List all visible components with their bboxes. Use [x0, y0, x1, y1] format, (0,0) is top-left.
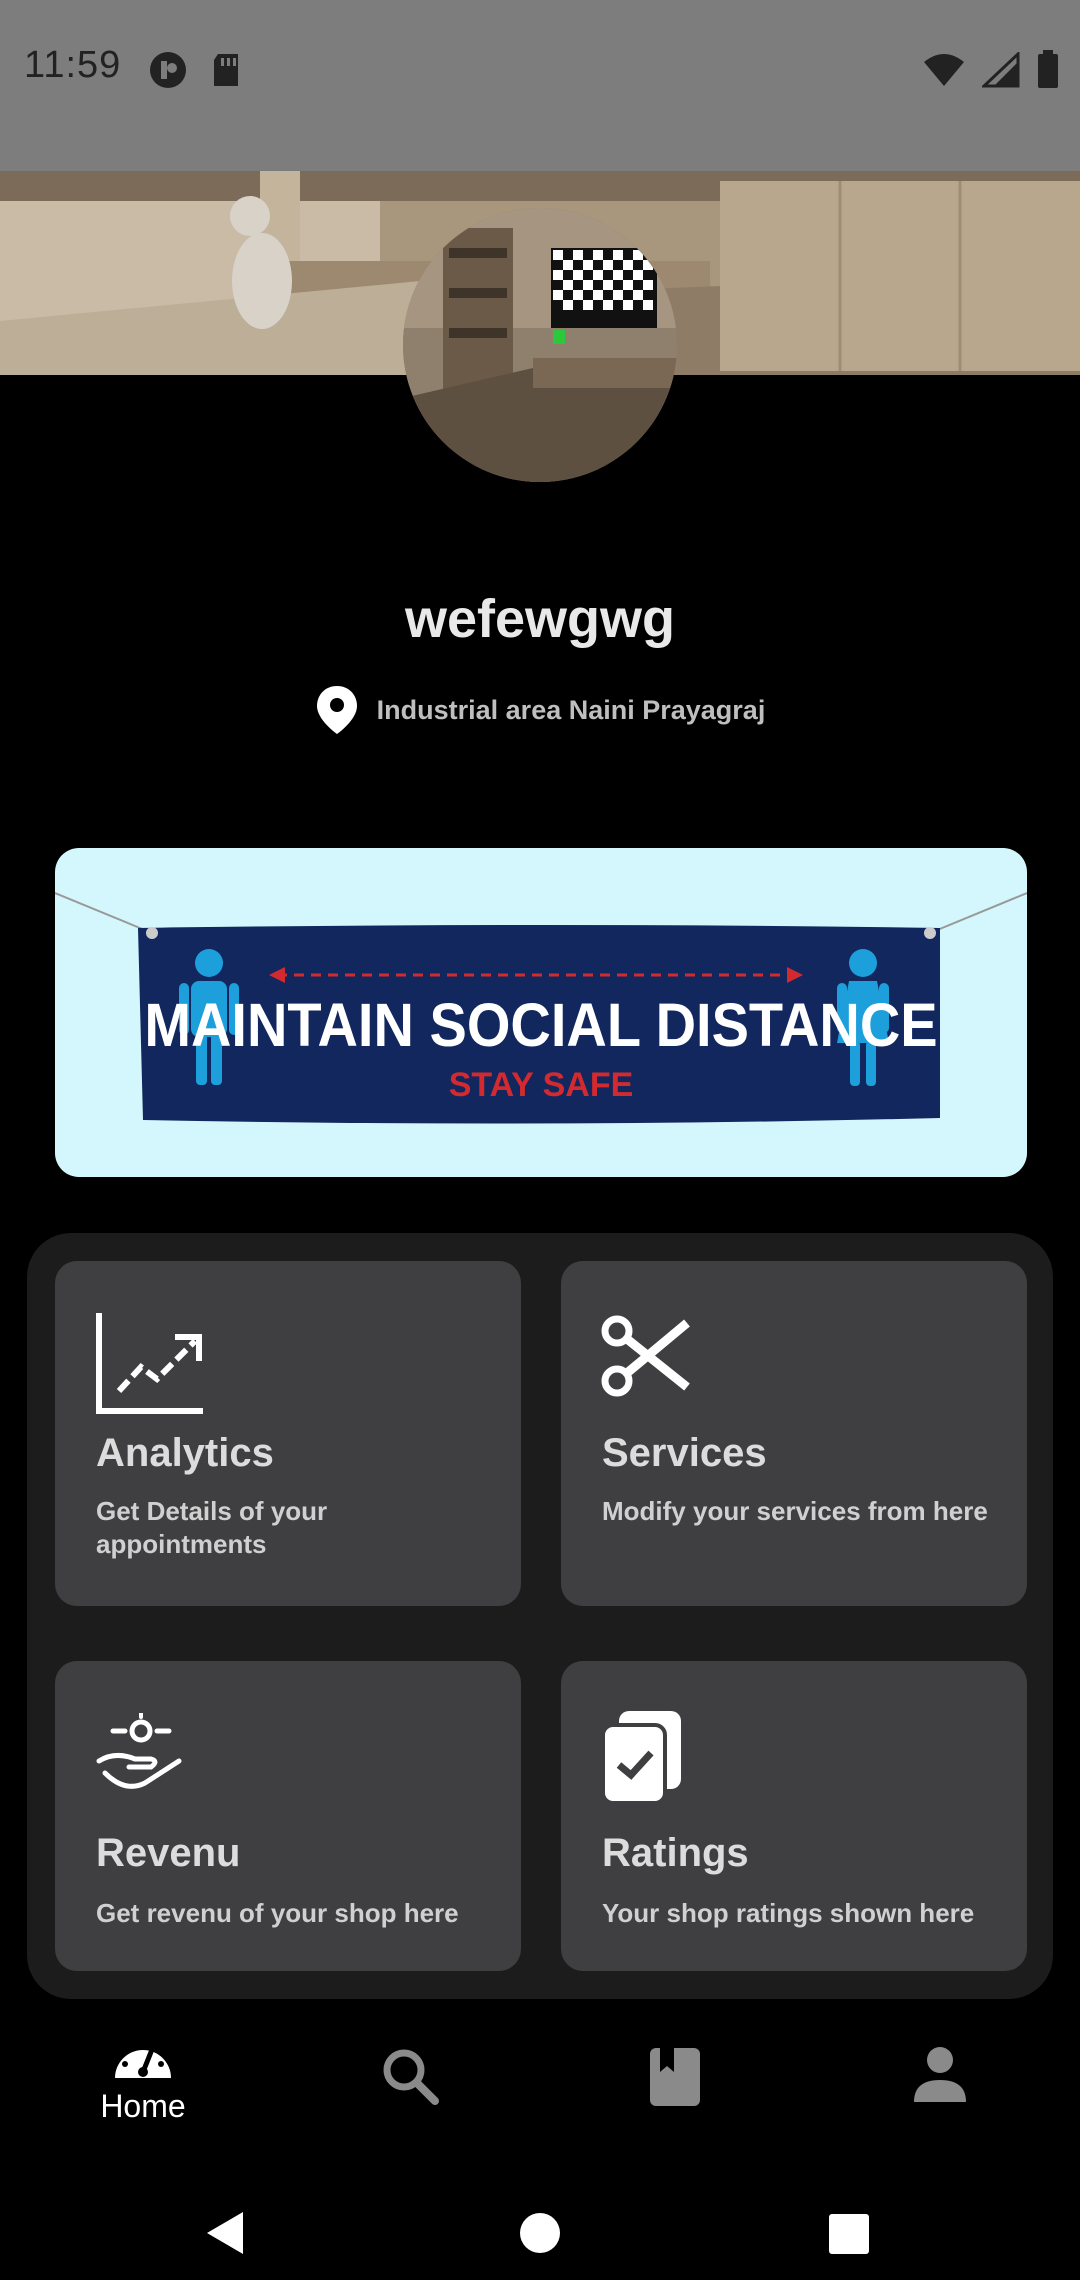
- location-row: Industrial area Naini Prayagraj: [0, 684, 1080, 736]
- system-navigation: [0, 2150, 1080, 2280]
- status-time: 11:59: [24, 44, 122, 86]
- sd-card-icon: [214, 54, 238, 86]
- search-icon: [383, 2049, 439, 2105]
- services-card[interactable]: Services Modify your services from here: [561, 1261, 1027, 1606]
- nav-home[interactable]: Home: [63, 2028, 223, 2125]
- shop-name: wefewgwg: [404, 589, 676, 649]
- ratings-card[interactable]: Ratings Your shop ratings shown here: [561, 1661, 1027, 1971]
- home-icon[interactable]: [519, 2212, 561, 2254]
- analytics-title: Analytics: [96, 1431, 274, 1475]
- shop-avatar[interactable]: [403, 208, 677, 482]
- location-pin-icon: [316, 686, 357, 734]
- chart-line-icon: [96, 1313, 203, 1414]
- analytics-card[interactable]: Analytics Get Details of your appointmen…: [55, 1261, 521, 1606]
- bottom-navigation: Home: [0, 2010, 1080, 2150]
- banner-subtitle: STAY SAFE: [448, 1066, 634, 1104]
- location-text: Industrial area Naini Prayagraj: [376, 694, 766, 725]
- revenue-title: Revenu: [96, 1831, 241, 1875]
- banner-title: MAINTAIN SOCIAL DISTANCE: [144, 989, 938, 1060]
- speedometer-icon: [115, 2039, 171, 2078]
- back-icon[interactable]: [205, 2210, 245, 2256]
- promo-banner[interactable]: MAINTAIN SOCIAL DISTANCE STAY SAFE: [55, 848, 1027, 1177]
- nav-profile[interactable]: [860, 2046, 1020, 2104]
- signal-icon: [982, 52, 1020, 88]
- nav-bookmarks[interactable]: [595, 2046, 755, 2108]
- media-icon: [150, 52, 186, 88]
- analytics-description: Get Details of your appointments: [96, 1496, 328, 1559]
- ratings-icon: [601, 1711, 681, 1805]
- revenue-hand-icon: [96, 1713, 182, 1789]
- bookmark-icon: [650, 2048, 700, 2106]
- status-bar: 11:59: [0, 0, 1080, 171]
- revenue-description: Get revenu of your shop here: [96, 1898, 459, 1928]
- recents-icon[interactable]: [829, 2214, 869, 2254]
- scissors-icon: [601, 1315, 690, 1397]
- dashboard-panel: Analytics Get Details of your appointmen…: [27, 1233, 1053, 1999]
- battery-icon: [1038, 50, 1058, 88]
- wifi-icon: [924, 54, 964, 86]
- ratings-title: Ratings: [602, 1831, 749, 1875]
- services-title: Services: [602, 1431, 767, 1475]
- services-description: Modify your services from here: [602, 1496, 988, 1526]
- revenue-card[interactable]: Revenu Get revenu of your shop here: [55, 1661, 521, 1971]
- nav-home-label: Home: [100, 2088, 186, 2124]
- nav-search[interactable]: [330, 2046, 490, 2106]
- person-icon: [914, 2047, 966, 2102]
- ratings-description: Your shop ratings shown here: [602, 1898, 975, 1928]
